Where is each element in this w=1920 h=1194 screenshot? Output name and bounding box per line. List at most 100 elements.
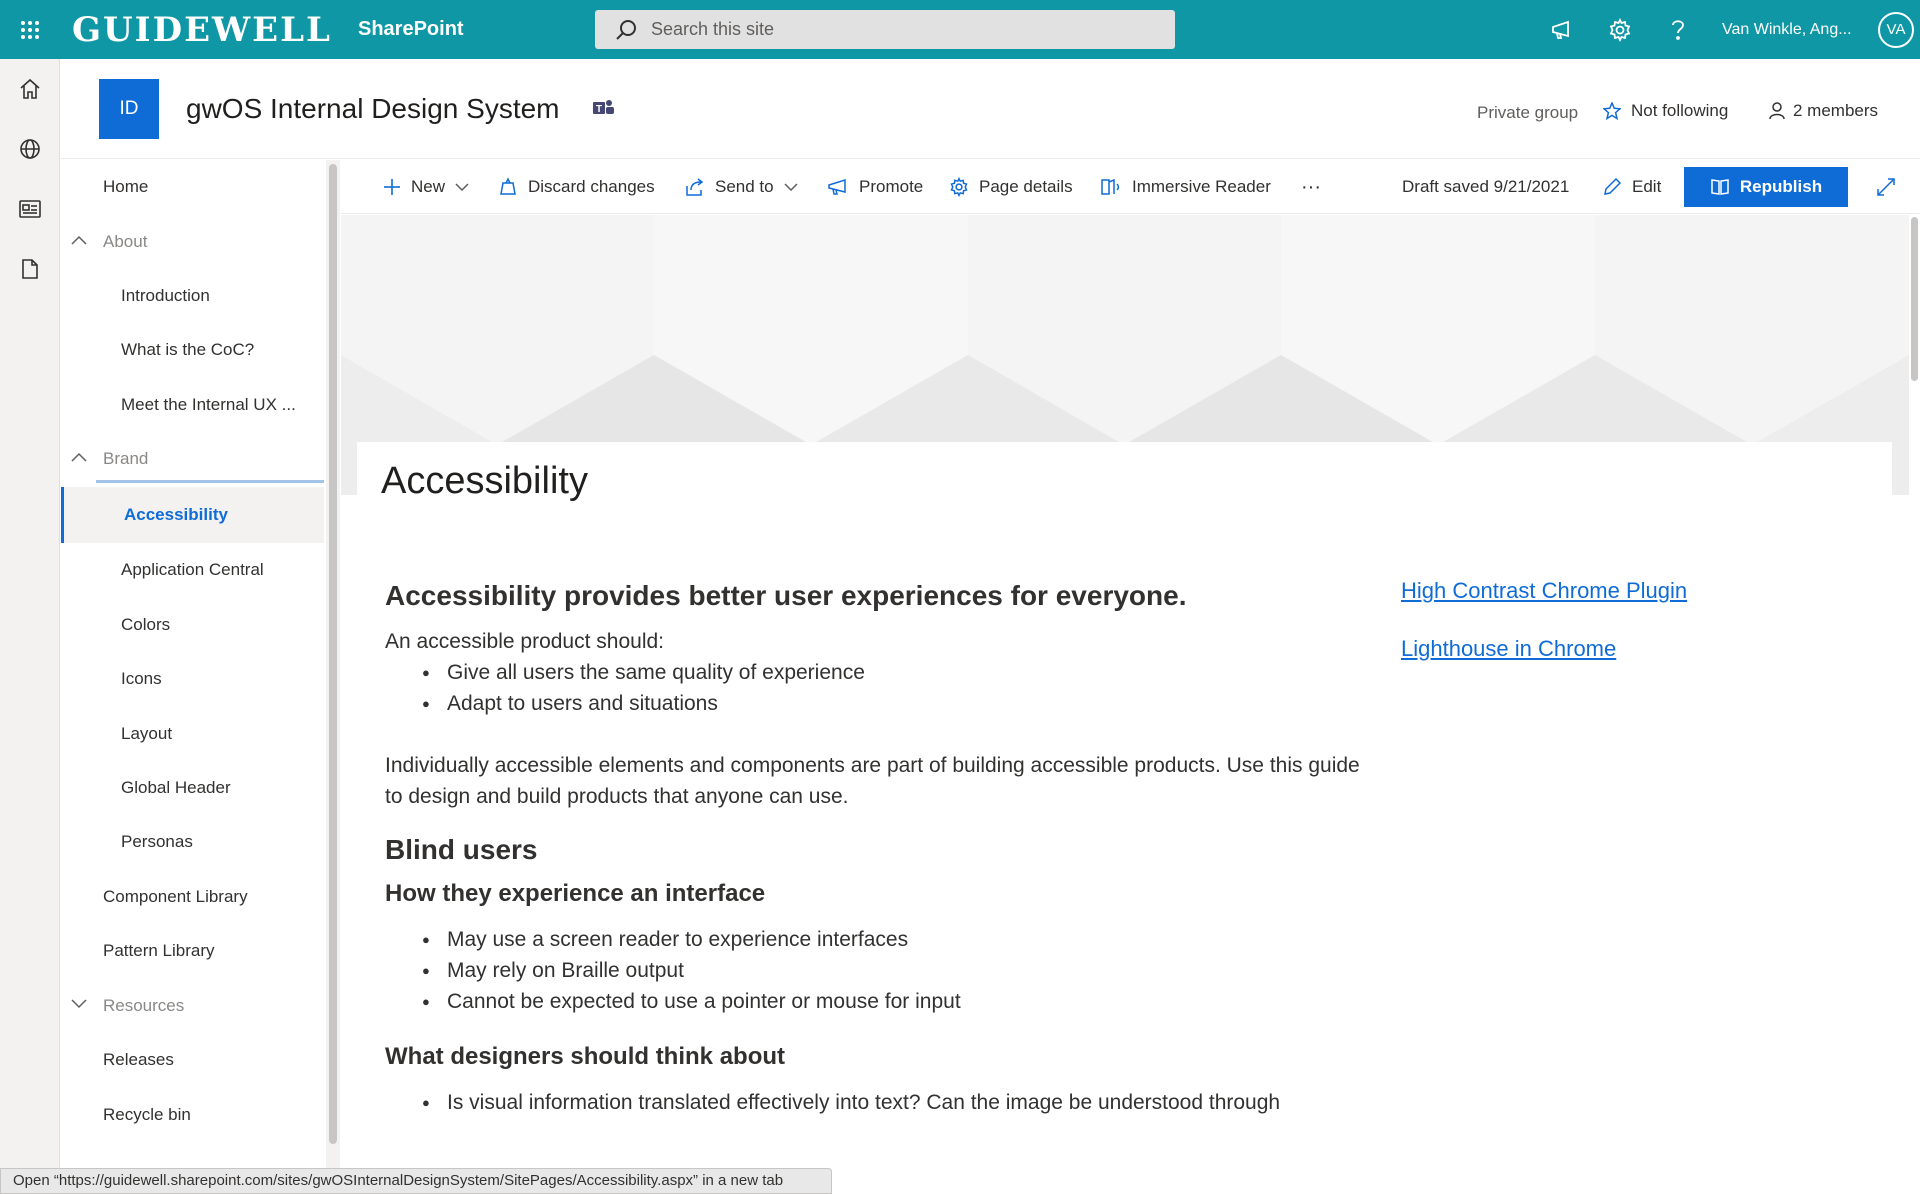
nav-label: Application Central [121,560,264,579]
nav-label: Brand [103,449,149,468]
teams-icon[interactable]: T [593,99,615,117]
immersive-reader-button[interactable]: Immersive Reader [1100,160,1271,214]
page-details-label: Page details [979,177,1073,196]
left-navigation: Home About Introduction What is the CoC?… [61,160,324,1170]
follow-button[interactable]: Not following [1603,101,1728,121]
list-item: Give all users the same quality of exper… [385,657,1385,688]
list-item: Is visual information translated effecti… [385,1087,1385,1118]
nav-item-releases[interactable]: Releases [61,1033,324,1087]
globe-icon[interactable] [0,119,60,179]
members-label: 2 members [1793,101,1879,120]
site-header: ID gwOS Internal Design System T Private… [61,59,1920,159]
nav-item-icons[interactable]: Icons [61,652,324,706]
nav-group-brand[interactable]: Brand [61,432,324,486]
nav-label: Icons [121,669,162,688]
expand-icon[interactable] [1871,172,1901,202]
star-icon [1603,102,1621,120]
home-icon[interactable] [0,59,60,119]
promote-button[interactable]: Promote [827,160,923,214]
search-placeholder: Search this site [651,19,775,39]
send-to-label: Send to [715,177,774,196]
chevron-down-icon[interactable] [71,999,87,1009]
list-item: May use a screen reader to experience in… [385,924,1385,955]
nav-item-application-central[interactable]: Application Central [61,543,324,597]
chevron-up-icon[interactable] [71,452,87,462]
nav-label: Component Library [103,887,248,906]
pencil-icon [1604,177,1622,195]
nav-label: Home [103,177,149,196]
guidewell-logo[interactable]: GUIDEWELL [72,8,332,52]
nav-label: Layout [121,724,173,743]
nav-item-coc[interactable]: What is the CoC? [61,323,324,377]
nav-item-personas[interactable]: Personas [61,815,324,869]
intro-list: Give all users the same quality of exper… [385,657,1385,719]
page-title[interactable]: Accessibility [381,460,588,503]
search-input[interactable]: Search this site [595,10,1175,49]
nav-item-home[interactable]: Home [61,160,324,214]
nav-group-resources[interactable]: Resources [61,979,324,1033]
search-icon [615,19,637,41]
discard-label: Discard changes [528,177,655,196]
page-details-button[interactable]: Page details [949,160,1073,214]
link-high-contrast-plugin[interactable]: High Contrast Chrome Plugin [1401,578,1687,604]
sharepoint-app-link[interactable]: SharePoint [358,0,464,59]
help-icon[interactable] [1653,0,1703,59]
waffle-icon[interactable] [0,0,60,59]
nav-label: Colors [121,615,171,634]
chevron-down-icon [455,183,469,191]
nav-label: What is the CoC? [121,340,255,359]
page-scrollbar-thumb[interactable] [1911,217,1918,381]
site-title[interactable]: gwOS Internal Design System [186,89,560,129]
more-options-button[interactable]: ··· [1301,160,1321,214]
blind-users-heading: Blind users [385,834,538,865]
designers-heading: What designers should think about [385,1043,786,1070]
page-scrollbar[interactable] [1909,215,1920,1170]
command-bar: New Discard changes Send to Promote Page… [341,160,1920,214]
nav-item-recycle-bin[interactable]: Recycle bin [61,1088,324,1142]
nav-item-meet-ux[interactable]: Meet the Internal UX ... [61,378,324,432]
nav-label: Personas [121,832,193,851]
nav-scrollbar[interactable] [326,160,340,1170]
user-name[interactable]: Van Winkle, Ang... [1722,0,1852,59]
experience-heading: How they experience an interface [385,880,766,907]
republish-button[interactable]: Republish [1684,167,1848,207]
nav-item-introduction[interactable]: Introduction [61,269,324,323]
news-icon[interactable] [0,179,60,239]
link-lighthouse[interactable]: Lighthouse in Chrome [1401,636,1687,662]
chevron-up-icon[interactable] [71,235,87,245]
suite-bar: GUIDEWELL SharePoint Search this site Va… [0,0,1920,59]
megaphone-icon[interactable] [1537,0,1587,59]
draft-status: Draft saved 9/21/2021 [1402,177,1570,196]
nav-item-colors[interactable]: Colors [61,598,324,652]
intro-heading: Accessibility provides better user exper… [385,580,1187,611]
nav-item-global-header[interactable]: Global Header [61,761,324,815]
nav-label: Global Header [121,778,231,797]
promote-icon [828,178,846,195]
app-bar [0,59,60,1194]
nav-label: Pattern Library [103,941,215,960]
new-label: New [411,177,446,196]
members-button[interactable]: 2 members [1769,101,1878,121]
send-to-button[interactable]: Send to [685,160,798,214]
link-status-bar: Open “https://guidewell.sharepoint.com/s… [0,1168,832,1194]
new-button[interactable]: New [383,160,469,214]
avatar[interactable]: VA [1878,12,1914,48]
nav-group-about[interactable]: About [61,215,324,269]
nav-item-component-library[interactable]: Component Library [61,870,324,924]
nav-label: Introduction [121,286,210,305]
page-canvas: Accessibility Accessibility provides bet… [341,215,1909,1170]
nav-label: Recycle bin [103,1105,191,1124]
nav-scrollbar-thumb[interactable] [329,164,337,1144]
brand-underline [96,480,324,483]
person-icon [1769,102,1785,120]
immersive-reader-icon [1101,178,1120,195]
discard-changes-button[interactable]: Discard changes [498,160,655,214]
document-icon[interactable] [0,239,60,299]
edit-button[interactable]: Edit [1602,160,1661,214]
promote-label: Promote [859,177,924,196]
nav-item-accessibility[interactable]: Accessibility [61,487,324,543]
gear-icon[interactable] [1595,0,1645,59]
nav-item-pattern-library[interactable]: Pattern Library [61,924,324,978]
site-logo[interactable]: ID [99,79,159,139]
nav-item-layout[interactable]: Layout [61,707,324,761]
